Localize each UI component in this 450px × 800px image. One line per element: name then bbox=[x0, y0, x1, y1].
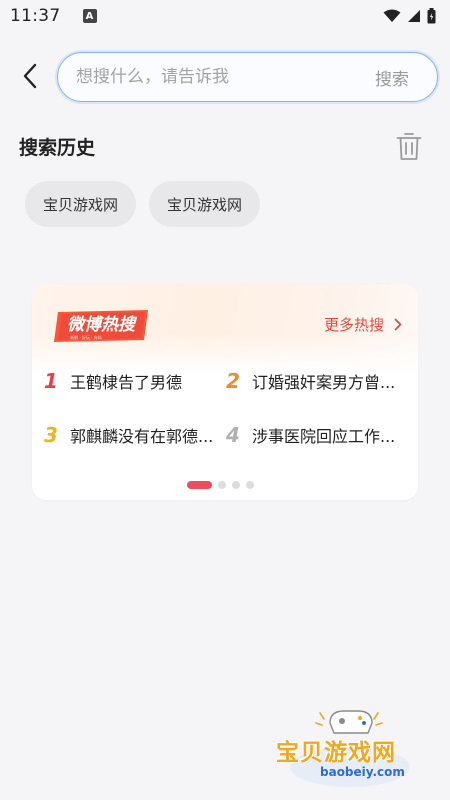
more-hot-link[interactable]: 更多热搜 bbox=[324, 314, 402, 335]
hot-pager bbox=[187, 481, 254, 489]
pager-dot[interactable] bbox=[232, 481, 240, 489]
chevron-right-icon bbox=[394, 318, 402, 331]
hot-rank: 2 bbox=[226, 369, 240, 393]
watermark-title: 宝贝游戏网 bbox=[276, 740, 396, 766]
search-box[interactable]: 搜索 bbox=[57, 52, 438, 102]
hot-text: 订婚强奸案男方曾... bbox=[252, 373, 396, 392]
hot-item[interactable]: 2 订婚强奸案男方曾... bbox=[226, 368, 408, 394]
trash-icon bbox=[396, 133, 422, 160]
status-bar: 11:37 A bbox=[0, 0, 450, 32]
history-chip[interactable]: 宝贝游戏网 bbox=[149, 181, 261, 227]
watermark-domain: baobeiy.com bbox=[320, 765, 405, 779]
wifi-icon bbox=[383, 9, 401, 22]
hot-search-card: 微博热搜 新鲜 · 好玩 · 有料 更多热搜 1 王鹤棣告了男德 2 订婚强奸案… bbox=[32, 284, 418, 500]
watermark: 宝贝游戏网 baobeiy.com bbox=[272, 703, 422, 793]
pager-dot-active[interactable] bbox=[187, 481, 212, 489]
pager-dot[interactable] bbox=[246, 481, 254, 489]
history-chip[interactable]: 宝贝游戏网 bbox=[25, 181, 137, 227]
screen: 11:37 A 搜索 搜索历史 bbox=[0, 0, 450, 800]
status-icons bbox=[383, 8, 436, 24]
hot-text: 涉事医院回应工作... bbox=[252, 427, 396, 446]
hot-rank: 4 bbox=[226, 423, 240, 447]
hot-list: 1 王鹤棣告了男德 2 订婚强奸案男方曾... 3 郭麒麟没有在郭德... 4 … bbox=[44, 368, 409, 448]
weibo-logo-text: 微博热搜 bbox=[67, 315, 138, 335]
clear-history-button[interactable] bbox=[394, 129, 424, 163]
hot-rank: 1 bbox=[44, 369, 58, 393]
signal-icon bbox=[408, 10, 420, 22]
hot-text: 王鹤棣告了男德 bbox=[70, 373, 183, 392]
search-submit-button[interactable]: 搜索 bbox=[375, 65, 409, 90]
battery-icon bbox=[427, 8, 436, 24]
history-chips: 宝贝游戏网 宝贝游戏网 bbox=[25, 181, 261, 227]
weibo-logo-subtext: 新鲜 · 好玩 · 有料 bbox=[70, 334, 102, 340]
back-button[interactable] bbox=[14, 58, 46, 94]
status-time: 11:37 bbox=[10, 6, 61, 26]
search-input[interactable] bbox=[76, 67, 375, 87]
history-title: 搜索历史 bbox=[19, 137, 96, 159]
pager-dot[interactable] bbox=[218, 481, 226, 489]
hot-item[interactable]: 1 王鹤棣告了男德 bbox=[44, 368, 226, 394]
hot-text: 郭麒麟没有在郭德... bbox=[70, 427, 214, 446]
hot-rank: 3 bbox=[44, 423, 58, 447]
weibo-hot-logo: 微博热搜 新鲜 · 好玩 · 有料 bbox=[54, 310, 148, 342]
hot-item[interactable]: 3 郭麒麟没有在郭德... bbox=[44, 422, 226, 448]
more-hot-label: 更多热搜 bbox=[323, 316, 384, 334]
hot-item[interactable]: 4 涉事医院回应工作... bbox=[226, 422, 408, 448]
back-arrow-icon bbox=[23, 63, 37, 89]
notification-a-icon: A bbox=[82, 9, 97, 23]
